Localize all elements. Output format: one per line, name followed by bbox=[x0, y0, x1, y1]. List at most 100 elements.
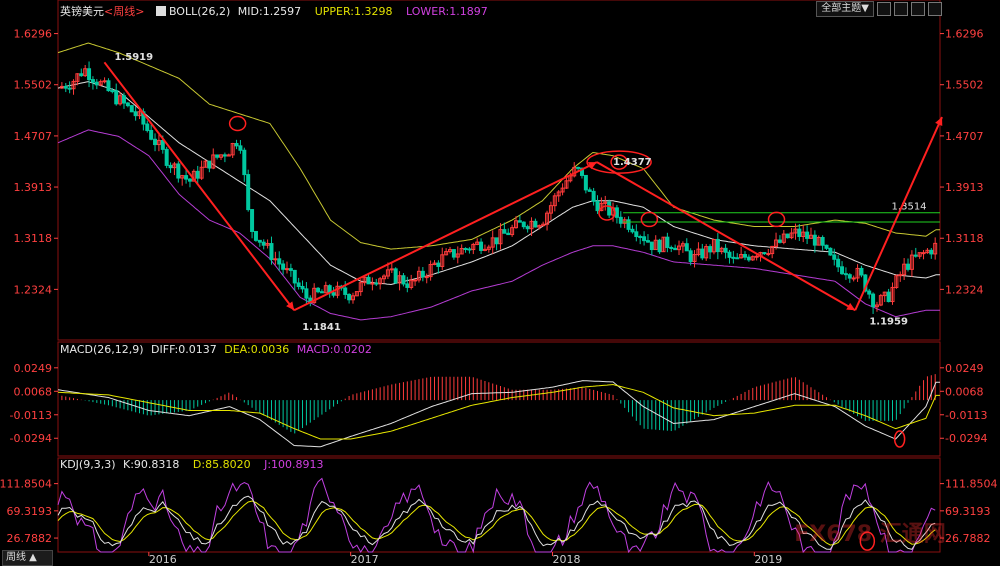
macd-y-tick-label-left: -0.0294 bbox=[10, 432, 52, 445]
kdj-y-tick-label-left: 111.8504 bbox=[0, 478, 52, 491]
kdj-y-tick-label-right: 69.3193 bbox=[945, 505, 991, 518]
candle-body bbox=[273, 258, 278, 261]
candle-body bbox=[153, 138, 158, 146]
price-y-tick-label-right: 1.5502 bbox=[945, 79, 984, 92]
candle-body bbox=[777, 239, 782, 243]
candle-body bbox=[413, 279, 418, 282]
candle-body bbox=[261, 241, 266, 246]
theme-selector[interactable]: 全部主题▼ bbox=[816, 1, 874, 17]
level-label: 1.3514 bbox=[892, 202, 927, 213]
macd-dea: DEA:0.0036 bbox=[224, 343, 290, 356]
candle-body bbox=[389, 268, 394, 271]
macd-diff: DIFF:0.0137 bbox=[151, 343, 217, 356]
candle-body bbox=[731, 256, 736, 259]
kdj-panel-header: KDJ(9,3,3) K:90.8318 D:85.8020 J:100.891… bbox=[60, 458, 324, 471]
candle-body bbox=[319, 291, 324, 294]
candle-body bbox=[479, 241, 484, 251]
axis-labels: 1.6296 1.6296 1.5502 1.5502 1.4707 1.4707 1.39… bbox=[0, 28, 998, 566]
candle-body bbox=[292, 269, 297, 284]
candle-body bbox=[743, 254, 748, 258]
candle-body bbox=[673, 247, 678, 251]
candle-body bbox=[735, 257, 740, 260]
candle-body bbox=[187, 178, 192, 182]
candle-body bbox=[234, 143, 239, 147]
period-tag: <周线> bbox=[104, 5, 145, 18]
expand-icon[interactable] bbox=[928, 2, 942, 16]
candle-body bbox=[300, 285, 305, 290]
x-tick-label: 2019 bbox=[754, 553, 782, 566]
candle-body bbox=[906, 263, 911, 270]
candle-body bbox=[688, 250, 693, 262]
candle-body bbox=[746, 256, 751, 261]
candle-body bbox=[184, 175, 189, 180]
candle-body bbox=[253, 230, 258, 241]
candle-body bbox=[102, 80, 107, 83]
candle-body bbox=[257, 239, 262, 243]
kdj-y-tick-label-right: 111.8504 bbox=[945, 478, 998, 491]
boll-lower: LOWER:1.1897 bbox=[405, 5, 488, 18]
macd-y-tick-label-right: 0.0068 bbox=[945, 385, 984, 398]
settings-icon[interactable] bbox=[911, 2, 925, 16]
candle-body bbox=[463, 248, 468, 251]
candle-body bbox=[110, 90, 115, 93]
candle-body bbox=[79, 73, 84, 77]
zoom-in-icon[interactable] bbox=[877, 2, 891, 16]
candle-body bbox=[638, 236, 643, 239]
candle-body bbox=[591, 190, 596, 202]
candle-body bbox=[393, 268, 398, 284]
candle-body bbox=[525, 226, 530, 230]
period-selector[interactable]: 周线 ▲ bbox=[2, 550, 53, 566]
candle-body bbox=[401, 275, 406, 285]
price-y-tick-label-left: 1.6296 bbox=[14, 28, 53, 41]
x-tick-label: 2018 bbox=[552, 553, 580, 566]
kdj-y-tick-label-right: 26.7882 bbox=[945, 532, 991, 545]
trend-annotations: 1.3514 1.5919 1.1841 1.4377 1.1959 bbox=[103, 52, 943, 333]
candle-body bbox=[533, 220, 538, 228]
candle-body bbox=[331, 292, 336, 296]
price-y-tick-label-right: 1.4707 bbox=[945, 130, 984, 143]
candle-body bbox=[160, 139, 165, 150]
chart-canvas: 1.35141.59191.18411.43771.1959 1.6296 1.6… bbox=[0, 0, 998, 566]
candle-body bbox=[785, 233, 790, 239]
price-y-tick-label-right: 1.2324 bbox=[945, 283, 984, 296]
candle-body bbox=[754, 255, 759, 258]
kdj-y-tick-label-left: 69.3193 bbox=[7, 505, 53, 518]
candle-body bbox=[851, 277, 856, 280]
candle-body bbox=[700, 248, 705, 259]
candle-body bbox=[405, 283, 410, 288]
price-y-tick-label-left: 1.2324 bbox=[14, 283, 53, 296]
candle-body bbox=[843, 273, 848, 276]
candle-body bbox=[836, 258, 841, 268]
candle-body bbox=[370, 282, 375, 285]
candle-body bbox=[129, 105, 134, 113]
candle-body bbox=[684, 243, 689, 252]
candle-body bbox=[195, 170, 200, 179]
candle-body bbox=[576, 166, 581, 169]
zoom-out-icon[interactable] bbox=[894, 2, 908, 16]
watermark: FX678 汇通网 bbox=[794, 522, 946, 547]
candle-body bbox=[708, 246, 713, 253]
candle-body bbox=[168, 164, 173, 169]
boll-icon[interactable] bbox=[155, 6, 166, 16]
candle-body bbox=[840, 266, 845, 275]
candle-body bbox=[246, 174, 251, 211]
candle-body bbox=[436, 262, 441, 267]
kdj-j: J:100.8913 bbox=[264, 458, 324, 471]
candle-body bbox=[277, 258, 282, 265]
candle-body bbox=[626, 219, 631, 230]
candle-body bbox=[87, 68, 92, 81]
candle-body bbox=[250, 209, 255, 232]
candle-body bbox=[618, 216, 623, 224]
candle-body bbox=[607, 201, 612, 216]
candle-body bbox=[630, 228, 635, 233]
candle-body bbox=[645, 240, 650, 243]
candle-body bbox=[614, 207, 619, 218]
kdj-k: K:90.8318 bbox=[123, 458, 180, 471]
macd-panel-header: MACD(26,12,9) DIFF:0.0137 DEA:0.0036 MAC… bbox=[60, 343, 372, 356]
candle-body bbox=[727, 251, 732, 258]
candle-body bbox=[67, 87, 72, 90]
candle-body bbox=[281, 263, 286, 270]
highlight-circle bbox=[640, 211, 659, 228]
candle-body bbox=[634, 231, 639, 238]
chart-toolbar: 全部主题▼ bbox=[816, 1, 942, 17]
